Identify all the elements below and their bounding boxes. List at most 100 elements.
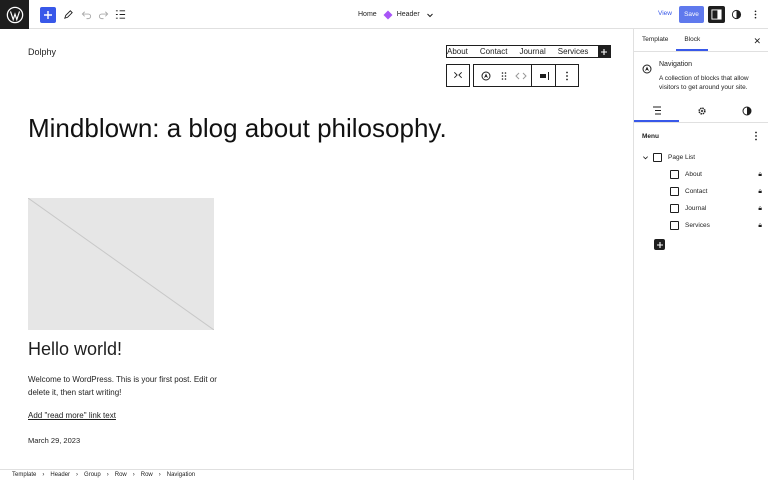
block-card-description: A collection of blocks that allow visito… [659, 75, 749, 91]
breadcrumb-item[interactable]: Row [115, 472, 127, 478]
chevron-right-icon: › [132, 472, 135, 478]
options-button[interactable] [749, 6, 761, 23]
block-toolbar [473, 64, 579, 87]
move-arrows-icon[interactable] [510, 65, 532, 86]
block-breadcrumb: Template › Header › Group › Row › Row › Navig… [0, 469, 633, 480]
nav-add-block-button[interactable] [598, 45, 611, 58]
view-button[interactable]: View [658, 10, 672, 17]
nav-item-journal[interactable]: Journal [513, 47, 551, 56]
drag-handle-icon[interactable] [498, 65, 510, 86]
inspector-tabs [634, 99, 768, 123]
chevron-right-icon: › [158, 472, 161, 478]
navigation-block-icon[interactable] [474, 65, 498, 86]
close-icon[interactable]: ✕ [753, 36, 761, 47]
lock-icon: 🔒︎ [758, 204, 762, 212]
tab-template[interactable]: Template [634, 29, 676, 51]
block-card: Navigation A collection of blocks that a… [642, 61, 767, 92]
page-list-icon [653, 153, 662, 162]
list-item[interactable]: Contact 🔒︎ [642, 183, 762, 200]
page-label: About [685, 171, 702, 178]
add-menu-item-button[interactable] [654, 239, 665, 250]
sidebar-tabs: Template Block ✕ [634, 29, 768, 52]
wordpress-icon [6, 6, 23, 23]
post-excerpt[interactable]: Welcome to WordPress. This is your first… [28, 373, 218, 399]
wordpress-logo-button[interactable] [0, 0, 29, 29]
tab-settings[interactable] [679, 99, 724, 122]
read-more-link[interactable]: Add "read more" link text [28, 411, 116, 420]
breadcrumb-item[interactable]: Header [50, 472, 70, 478]
list-view-button[interactable] [114, 6, 126, 23]
template-part-icon [383, 10, 393, 20]
pen-icon [63, 10, 73, 19]
block-inserter-button[interactable] [40, 7, 56, 23]
block-card-title: Navigation [659, 61, 693, 68]
tab-styles[interactable] [724, 99, 768, 122]
list-item[interactable]: Journal 🔒︎ [642, 200, 762, 217]
list-icon [652, 106, 661, 115]
undo-icon [81, 11, 91, 20]
breadcrumb-item-current: Navigation [166, 472, 196, 478]
styles-button[interactable] [730, 6, 742, 23]
breadcrumb-item[interactable]: Row [141, 472, 153, 478]
page-title[interactable]: Mindblown: a blog about philosophy. [28, 113, 447, 144]
page-icon [670, 187, 679, 196]
plus-icon [656, 241, 663, 248]
settings-sidebar: Template Block ✕ Navigation A collection… [633, 29, 768, 480]
home-link[interactable]: Home [358, 11, 377, 18]
chevron-down-icon[interactable] [426, 11, 434, 19]
lock-icon: 🔒︎ [758, 221, 762, 229]
nav-item-about[interactable]: About [447, 47, 474, 56]
page-icon [670, 221, 679, 230]
gear-icon [697, 106, 706, 115]
select-parent-button[interactable] [446, 64, 470, 87]
template-name[interactable]: Header [397, 11, 420, 18]
more-vertical-icon[interactable] [754, 131, 758, 143]
page-icon [670, 204, 679, 213]
page-label: Journal [685, 205, 707, 212]
page-label: Contact [685, 188, 708, 195]
list-item[interactable]: About 🔒︎ [642, 166, 762, 183]
tab-block[interactable]: Block [676, 29, 708, 51]
menu-tree: Page List About 🔒︎ Contact 🔒︎ Journal 🔒︎… [642, 149, 762, 234]
half-circle-icon [731, 9, 741, 20]
half-circle-icon [742, 106, 751, 115]
lock-icon: 🔒︎ [758, 187, 762, 195]
nav-item-services[interactable]: Services [552, 47, 595, 56]
navigation-block[interactable]: About Contact Journal Services [446, 45, 612, 58]
tools-button[interactable] [62, 6, 74, 23]
tab-list-view[interactable] [634, 99, 679, 122]
undo-button[interactable] [80, 6, 92, 23]
page-list-row[interactable]: Page List [642, 149, 762, 166]
page-icon [670, 170, 679, 179]
save-button[interactable]: Save [679, 6, 704, 23]
editor-canvas: Dolphy About Contact Journal Services Mi… [0, 29, 633, 469]
nav-item-contact[interactable]: Contact [474, 47, 514, 56]
menu-heading: Menu [642, 133, 659, 140]
post-date[interactable]: March 29, 2023 [28, 436, 80, 445]
justify-right-icon[interactable] [532, 65, 556, 86]
featured-image-placeholder[interactable] [28, 198, 214, 330]
chevron-right-icon: › [76, 472, 79, 478]
plus-icon [44, 11, 52, 19]
more-vertical-icon [754, 10, 756, 19]
list-item[interactable]: Services 🔒︎ [642, 217, 762, 234]
document-title-bar: Home Header [358, 7, 434, 22]
list-view-icon [115, 10, 125, 19]
chevron-down-icon[interactable] [642, 154, 649, 161]
parent-block-icon [454, 71, 462, 79]
chevron-right-icon: › [42, 472, 45, 478]
chevron-right-icon: › [106, 472, 109, 478]
breadcrumb-item[interactable]: Template [12, 472, 36, 478]
lock-icon: 🔒︎ [758, 170, 762, 178]
editor-top-bar: Home Header View Save [0, 0, 768, 29]
redo-button[interactable] [97, 6, 109, 23]
more-options-icon[interactable] [556, 65, 578, 86]
page-list-label: Page List [668, 154, 696, 161]
post-title[interactable]: Hello world! [28, 339, 122, 360]
navigation-icon [642, 61, 652, 79]
site-title[interactable]: Dolphy [28, 47, 56, 57]
placeholder-diagonal [28, 198, 214, 330]
settings-toggle-button[interactable] [708, 6, 725, 23]
page-label: Services [685, 222, 710, 229]
breadcrumb-item[interactable]: Group [84, 472, 101, 478]
